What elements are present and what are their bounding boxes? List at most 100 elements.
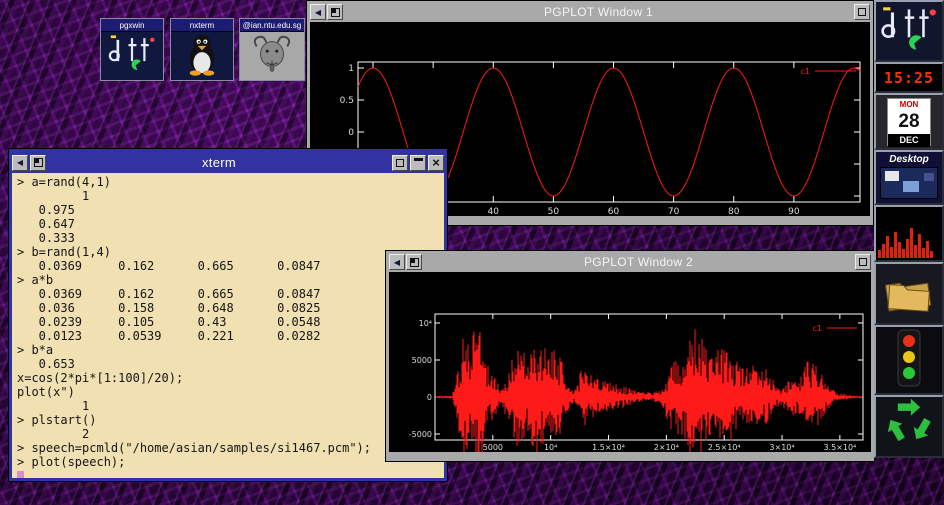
terminal-line: 2 — [17, 427, 439, 441]
dock: 15:25 MON 28 DEC Desktop — [874, 0, 944, 458]
terminal-line: > a=rand(4,1) — [17, 175, 439, 189]
titlebar[interactable]: ◀ xterm × — [12, 152, 444, 173]
window-xterm: ◀ xterm × > a=rand(4,1) 1 0.975 0.647 0.… — [8, 148, 448, 482]
tux-penguin-icon — [183, 32, 221, 81]
window-title: PGPLOT Window 1 — [344, 5, 853, 19]
x-tick-label: 50 — [548, 207, 560, 216]
terminal-line: 0.0123 0.0539 0.221 0.0282 — [17, 329, 439, 343]
dock-item-files[interactable] — [874, 262, 944, 325]
pager-label: Desktop — [889, 152, 928, 167]
icon-body — [101, 32, 163, 80]
dock-item-calendar[interactable]: MON 28 DEC — [874, 93, 944, 150]
dock-item-pager[interactable]: Desktop — [874, 150, 944, 205]
pager-window — [924, 173, 934, 181]
load-bar — [878, 250, 881, 258]
calendar-month: DEC — [888, 134, 930, 147]
terminal-line: > plstart() — [17, 413, 439, 427]
calendar-day: 28 — [888, 110, 930, 134]
maximize-button[interactable] — [854, 4, 870, 20]
load-bar — [906, 239, 909, 258]
titlebar[interactable]: ◀ PGPLOT Window 2 — [389, 252, 871, 272]
terminal-content[interactable]: > a=rand(4,1) 1 0.975 0.647 0.333> b=ran… — [12, 173, 444, 478]
window-menu-button[interactable]: ◀ — [310, 4, 326, 20]
pgplot-logo-icon — [105, 31, 159, 82]
icon-body — [240, 32, 304, 80]
gnu-head-icon — [250, 33, 294, 80]
load-bar — [910, 228, 913, 258]
load-bar — [886, 236, 889, 258]
shade-button[interactable] — [410, 155, 426, 171]
window-menu-button[interactable]: ◀ — [12, 155, 28, 171]
pager-screen[interactable] — [880, 167, 938, 199]
terminal-line: > b*a — [17, 343, 439, 357]
legend-label: c1 — [801, 67, 811, 76]
window-menu-button[interactable]: ◀ — [389, 254, 405, 270]
x-tick-label: 40 — [488, 207, 500, 216]
dock-item-load-meter[interactable] — [874, 205, 944, 262]
load-bar — [918, 234, 921, 258]
icon-body — [171, 32, 233, 80]
shade-icon — [414, 158, 423, 161]
x-tick-label: 60 — [608, 207, 620, 216]
x-tick-label: 10⁴ — [544, 443, 557, 452]
y-tick-label: 0 — [427, 393, 432, 402]
x-tick-label: 1.5×10⁴ — [592, 443, 625, 452]
maximize-icon — [858, 8, 866, 16]
desktop-icon-pgxwin[interactable]: pgxwin — [100, 18, 164, 81]
terminal-line: > plot(speech); — [17, 455, 439, 469]
desktop-icon-remote-host[interactable]: @ian.ntu.edu.sg — [239, 18, 305, 81]
terminal-line: plot(x") — [17, 385, 439, 399]
terminal-line: > b=rand(1,4) — [17, 245, 439, 259]
terminal-prompt-line — [17, 469, 439, 478]
close-icon: × — [432, 156, 440, 169]
folders-icon — [879, 265, 939, 322]
maximize-icon — [396, 159, 404, 167]
load-bar — [926, 241, 929, 258]
maximize-button[interactable] — [392, 155, 408, 171]
arrow-left-icon: ◀ — [315, 8, 321, 17]
plot-area-2: 500010⁴1.5×10⁴2×10⁴2.5×10⁴3×10⁴3.5×10⁴10… — [389, 272, 871, 452]
desktop-background: pgxwin nxterm — [0, 0, 944, 505]
maximize-icon — [859, 258, 867, 266]
pager-window — [903, 181, 919, 192]
load-bar — [898, 242, 901, 258]
dock-item-pgplot[interactable] — [874, 0, 944, 62]
calendar-card: MON 28 DEC — [887, 98, 931, 146]
x-tick-label: 90 — [788, 207, 800, 216]
load-bar — [882, 244, 885, 258]
terminal-line: 0.0369 0.162 0.665 0.0847 — [17, 287, 439, 301]
x-tick-label: 5000 — [483, 443, 503, 452]
arrow-left-icon: ◀ — [17, 158, 23, 167]
axis-box — [435, 314, 863, 440]
window-iconify-button[interactable] — [406, 254, 422, 270]
terminal-cursor — [17, 471, 24, 479]
close-button[interactable]: × — [428, 155, 444, 171]
load-bar — [894, 232, 897, 258]
load-bar — [914, 245, 917, 258]
window-iconify-button[interactable] — [327, 4, 343, 20]
titlebar[interactable]: ◀ PGPLOT Window 1 — [310, 2, 870, 22]
window-iconify-button[interactable] — [30, 155, 46, 171]
recycle-icon — [879, 396, 939, 457]
calendar-weekday: MON — [888, 99, 930, 110]
dock-item-clock[interactable]: 15:25 — [874, 62, 944, 93]
maximize-button[interactable] — [855, 254, 871, 270]
terminal-line: 0.036 0.158 0.648 0.0825 — [17, 301, 439, 315]
y-tick-label: 10⁴ — [419, 319, 432, 328]
data-waveform — [436, 329, 862, 452]
terminal-line: > a*b — [17, 273, 439, 287]
desktop-icon-nxterm[interactable]: nxterm — [170, 18, 234, 81]
dock-item-traffic[interactable] — [874, 325, 944, 395]
terminal-line: 0.0239 0.105 0.43 0.0548 — [17, 315, 439, 329]
y-tick-label: 1 — [348, 64, 354, 74]
y-tick-label: 0.5 — [340, 96, 354, 106]
x-tick-label: 70 — [668, 207, 680, 216]
dock-item-recycler[interactable] — [874, 395, 944, 458]
terminal-line: 1 — [17, 189, 439, 203]
load-bar — [922, 248, 925, 258]
terminal-line: 0.653 — [17, 357, 439, 371]
terminal-line: 0.0369 0.162 0.665 0.0847 — [17, 259, 439, 273]
y-tick-label: 0 — [348, 128, 354, 138]
pgplot-logo-icon — [878, 2, 940, 61]
clock-display: 15:25 — [884, 69, 934, 87]
